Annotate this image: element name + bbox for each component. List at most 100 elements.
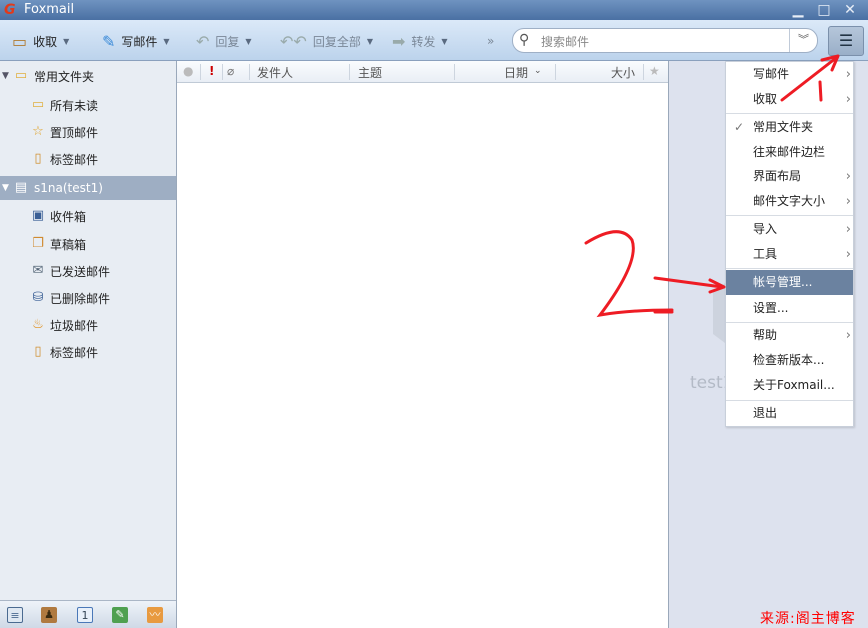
sidebar-item-pinned[interactable]: ☆ 置顶邮件 [0, 120, 176, 144]
column-divider [349, 64, 350, 80]
menu-item-import[interactable]: 导入 › [726, 217, 853, 242]
menu-item-compose[interactable]: 写邮件 › [726, 62, 853, 87]
sidebar-item-all-unread[interactable]: ▭ 所有未读 [0, 93, 176, 117]
column-divider [249, 64, 250, 80]
sidebar-item-drafts[interactable]: ❐ 草稿箱 [0, 232, 176, 256]
menu-item-common-folders[interactable]: ✓ 常用文件夹 [726, 115, 853, 140]
star-icon: ☆ [32, 124, 44, 139]
folder-sidebar: ▼ ▭ 常用文件夹 ▭ 所有未读 ☆ 置顶邮件 ▯ 标签邮件 ▼ ▤ s1na(test1) … [0, 61, 177, 628]
account-icon: ▤ [14, 180, 28, 195]
folder-icon: ▭ [14, 68, 28, 83]
tag-icon: ▯ [34, 151, 42, 166]
column-divider [643, 64, 644, 80]
contacts-icon[interactable]: ♟ [41, 607, 57, 623]
menu-item-contacts-sidebar[interactable]: 往来邮件边栏 [726, 140, 853, 165]
feather-icon: ✎ [102, 31, 116, 51]
maximize-button[interactable]: □ [814, 1, 834, 19]
sidebar-item-inbox[interactable]: ▣ 收件箱 [0, 204, 176, 228]
chevron-right-icon: › [845, 247, 851, 262]
calendar-icon[interactable]: 1 [77, 607, 93, 623]
main-menu: 写邮件 › 收取 › ✓ 常用文件夹 往来邮件边栏 界面布局 › 邮件文字大小 › 导入 ›… [725, 61, 854, 427]
chevron-down-icon: ▼ [163, 36, 170, 46]
menu-divider [726, 215, 853, 216]
mail-icon[interactable]: ≡ [7, 607, 23, 623]
chevron-right-icon: › [845, 92, 851, 107]
compose-button[interactable]: ✎ 写邮件 ▼ [102, 30, 170, 52]
foxmail-logo-icon: G [4, 2, 16, 18]
read-status-column-icon[interactable]: ● [183, 64, 193, 78]
column-subject[interactable]: 主题 [358, 64, 382, 81]
rss-icon[interactable]: 〰 [147, 607, 163, 623]
window-title: Foxmail [24, 2, 75, 17]
title-bar: G Foxmail ▁ □ ✕ [0, 0, 868, 20]
inbox-icon: ▣ [31, 208, 45, 223]
chevron-down-icon: ▼ [245, 36, 252, 46]
menu-item-receive[interactable]: 收取 › [726, 87, 853, 112]
folder-icon: ▭ [31, 97, 45, 112]
search-input[interactable]: ⚲ 搜索邮件 ︾ [512, 28, 818, 53]
column-divider [555, 64, 556, 80]
menu-item-exit[interactable]: 退出 [726, 401, 853, 426]
sidebar-item-sent[interactable]: ✉ 已发送邮件 [0, 259, 176, 283]
source-watermark: 来源:阁主博客 [760, 611, 856, 627]
main-menu-button[interactable]: ☰ [828, 26, 864, 56]
menu-item-help[interactable]: 帮助 › [726, 323, 853, 348]
notes-icon[interactable]: ✎ [112, 607, 128, 623]
toolbar: ▭ 收取 ▼ ✎ 写邮件 ▼ ↶ 回复 ▼ ↶↶ 回复全部 ▼ ➡ 转发 ▼ » ⚲ 搜索邮件 ︾ … [0, 20, 868, 61]
minimize-button[interactable]: ▁ [788, 1, 808, 19]
menu-divider [726, 268, 853, 269]
expand-triangle-icon: ▼ [2, 183, 9, 193]
sidebar-item-deleted[interactable]: ⛁ 已删除邮件 [0, 286, 176, 310]
close-button[interactable]: ✕ [840, 1, 860, 19]
checkmark-icon: ✓ [734, 120, 745, 134]
chevron-right-icon: › [845, 328, 851, 343]
column-size[interactable]: 大小 [611, 64, 635, 81]
menu-item-account-management[interactable]: 帐号管理... [726, 270, 853, 295]
group-common-folders[interactable]: ▼ ▭ 常用文件夹 [0, 64, 176, 88]
priority-column-icon[interactable]: ! [209, 64, 214, 78]
menu-item-font-size[interactable]: 邮件文字大小 › [726, 189, 853, 214]
spam-icon: ♨ [32, 317, 44, 332]
chevron-down-icon: ▼ [366, 36, 373, 46]
sent-icon: ✉ [32, 263, 44, 278]
menu-item-layout[interactable]: 界面布局 › [726, 164, 853, 189]
search-options-dropdown[interactable]: ︾ [789, 29, 817, 52]
chevron-down-icon: ▼ [63, 36, 70, 46]
sidebar-item-tagged[interactable]: ▯ 标签邮件 [0, 147, 176, 171]
drafts-icon: ❐ [32, 236, 44, 251]
sidebar-item-spam[interactable]: ♨ 垃圾邮件 [0, 313, 176, 337]
reply-all-icon: ↶↶ [280, 31, 307, 51]
chevron-right-icon: › [845, 222, 851, 237]
star-column-icon[interactable]: ★ [649, 64, 660, 78]
chevron-right-icon: › [845, 169, 851, 184]
forward-button[interactable]: ➡ 转发 ▼ [392, 30, 448, 52]
more-button[interactable]: » [487, 30, 494, 52]
reply-icon: ↶ [196, 31, 210, 51]
menu-item-about[interactable]: 关于Foxmail... [726, 373, 853, 398]
module-switcher: ≡ ♟ 1 ✎ 〰 [0, 600, 176, 628]
menu-divider [726, 113, 853, 114]
list-menu-icon: ☰ [838, 31, 854, 50]
column-divider [222, 64, 223, 80]
sidebar-item-tagged-account[interactable]: ▯ 标签邮件 [0, 340, 176, 364]
column-sender[interactable]: 发件人 [257, 64, 293, 81]
column-date[interactable]: 日期 [504, 64, 528, 81]
forward-icon: ➡ [392, 31, 406, 51]
menu-item-check-update[interactable]: 检查新版本... [726, 348, 853, 373]
inbox-tray-icon: ▭ [12, 31, 28, 51]
chevron-right-icon: › [845, 194, 851, 209]
reply-button[interactable]: ↶ 回复 ▼ [196, 30, 252, 52]
chevron-right-icon: › [845, 67, 851, 82]
receive-button[interactable]: ▭ 收取 ▼ [12, 30, 69, 52]
menu-item-settings[interactable]: 设置... [726, 296, 853, 321]
menu-item-tools[interactable]: 工具 › [726, 242, 853, 267]
account-s1na[interactable]: ▼ ▤ s1na(test1) [0, 176, 176, 200]
reply-all-button[interactable]: ↶↶ 回复全部 ▼ [280, 30, 373, 52]
list-header: ● ! ⌀ 发件人 主题 日期 ⌄ 大小 ★ [177, 61, 668, 83]
column-divider [454, 64, 455, 80]
trash-icon: ⛁ [32, 290, 44, 305]
attachment-column-icon[interactable]: ⌀ [227, 64, 234, 78]
chevron-down-icon: ▼ [441, 36, 448, 46]
message-list: ● ! ⌀ 发件人 主题 日期 ⌄ 大小 ★ [177, 61, 669, 628]
search-icon: ⚲ [519, 32, 530, 48]
